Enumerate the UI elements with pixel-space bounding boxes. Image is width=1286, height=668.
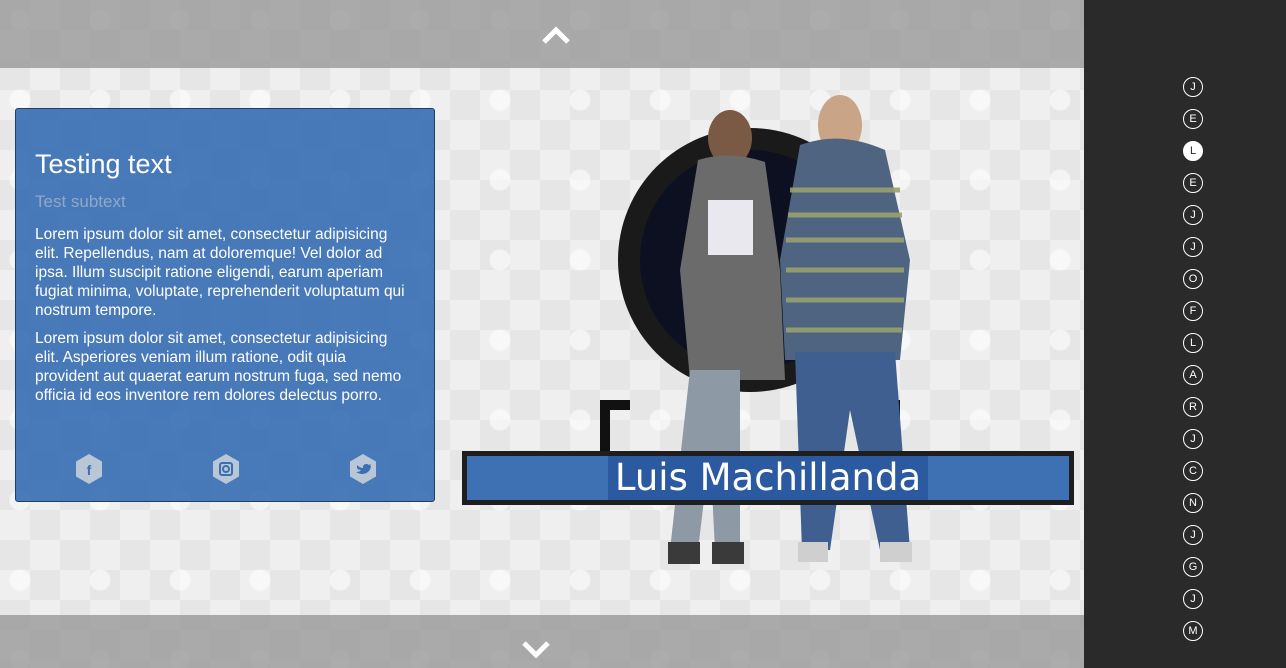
sidebar-item-n[interactable]: N bbox=[1183, 493, 1203, 513]
scroll-up-button[interactable] bbox=[540, 24, 572, 48]
facebook-button[interactable]: f bbox=[74, 453, 104, 485]
sidebar-item-j[interactable]: J bbox=[1183, 589, 1203, 609]
sidebar-nav: JELEJJOFLARJCNJGJM bbox=[1183, 77, 1203, 653]
facebook-icon: f bbox=[76, 454, 102, 484]
sidebar-item-j[interactable]: J bbox=[1183, 77, 1203, 97]
instagram-button[interactable] bbox=[211, 453, 241, 485]
sidebar-item-f[interactable]: F bbox=[1183, 301, 1203, 321]
twitter-icon bbox=[350, 454, 376, 484]
sidebar-item-o[interactable]: O bbox=[1183, 269, 1203, 289]
top-nav-bar bbox=[0, 0, 1084, 68]
main-stage: Testing text Test subtext Lorem ipsum do… bbox=[0, 0, 1084, 668]
social-links: f bbox=[16, 453, 436, 487]
info-card: Testing text Test subtext Lorem ipsum do… bbox=[15, 108, 435, 502]
info-title: Testing text bbox=[35, 149, 172, 179]
chevron-up-icon bbox=[542, 26, 570, 44]
sidebar-item-j[interactable]: J bbox=[1183, 525, 1203, 545]
twitter-button[interactable] bbox=[348, 453, 378, 485]
info-paragraph: Lorem ipsum dolor sit amet, consectetur … bbox=[35, 330, 402, 404]
scroll-down-button[interactable] bbox=[520, 637, 552, 661]
sidebar-item-j[interactable]: J bbox=[1183, 205, 1203, 225]
sidebar-item-e[interactable]: E bbox=[1183, 109, 1203, 129]
sidebar-item-e[interactable]: E bbox=[1183, 173, 1203, 193]
sidebar: JELEJJOFLARJCNJGJM bbox=[1084, 0, 1286, 668]
info-subtitle: Test subtext bbox=[35, 192, 126, 211]
sidebar-item-r[interactable]: R bbox=[1183, 397, 1203, 417]
sidebar-item-m[interactable]: M bbox=[1183, 621, 1203, 641]
hero-photo bbox=[600, 95, 912, 564]
name-plate: Luis Machillanda bbox=[462, 451, 1074, 505]
sidebar-item-l[interactable]: L bbox=[1183, 141, 1203, 161]
instagram-icon bbox=[213, 454, 239, 484]
person-name: Luis Machillanda bbox=[607, 456, 929, 500]
sidebar-item-j[interactable]: J bbox=[1183, 429, 1203, 449]
sidebar-item-a[interactable]: A bbox=[1183, 365, 1203, 385]
info-paragraph: Lorem ipsum dolor sit amet, consectetur … bbox=[35, 226, 405, 319]
app-root: Testing text Test subtext Lorem ipsum do… bbox=[0, 0, 1286, 668]
sidebar-item-j[interactable]: J bbox=[1183, 237, 1203, 257]
name-plate-inner: Luis Machillanda bbox=[467, 456, 1069, 500]
sidebar-item-l[interactable]: L bbox=[1183, 333, 1203, 353]
sidebar-item-c[interactable]: C bbox=[1183, 461, 1203, 481]
sidebar-item-g[interactable]: G bbox=[1183, 557, 1203, 577]
chevron-down-icon bbox=[522, 641, 550, 659]
svg-text:f: f bbox=[87, 462, 92, 478]
